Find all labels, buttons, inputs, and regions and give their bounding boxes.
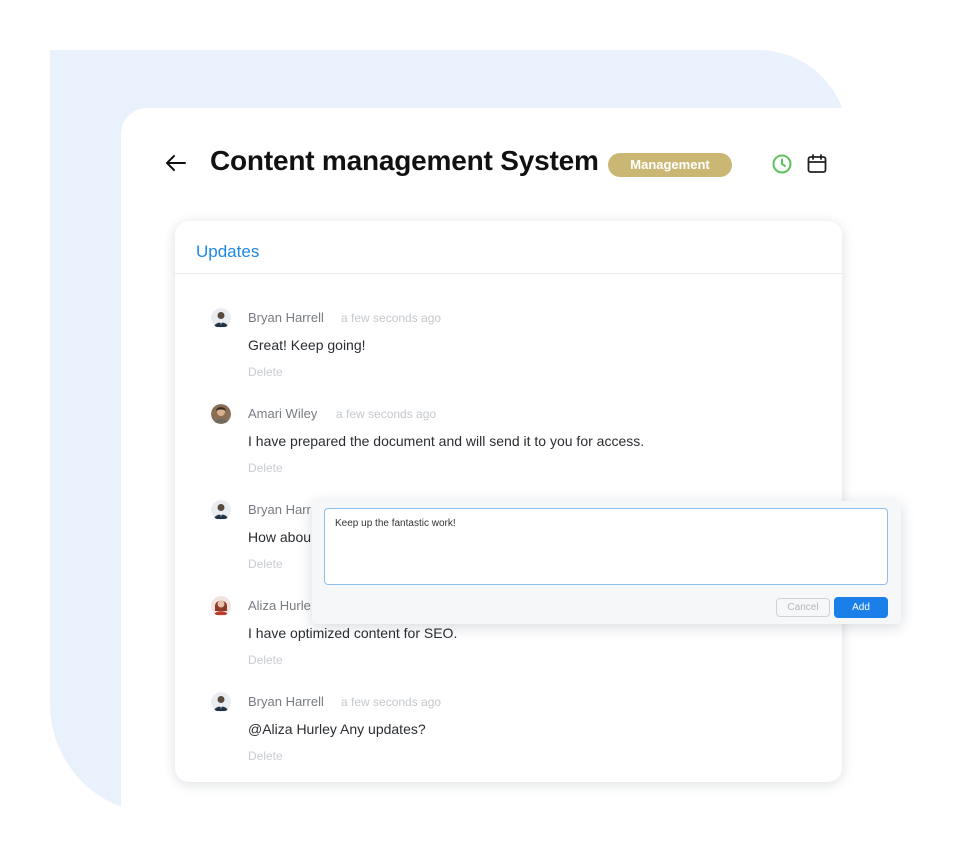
- delete-link[interactable]: Delete: [248, 557, 283, 571]
- arrow-left-icon[interactable]: [164, 151, 188, 175]
- reply-popup: Keep up the fantastic work! Cancel Add: [312, 501, 901, 624]
- reply-textarea[interactable]: Keep up the fantastic work!: [324, 508, 888, 585]
- comment-time: a few seconds ago: [341, 695, 442, 709]
- comment-author: Bryan Harrell: [248, 310, 324, 325]
- comment-text: Great! Keep going!: [248, 337, 366, 353]
- comment-author: Amari Wiley: [248, 406, 318, 421]
- comment-author: Bryan Harrell: [248, 694, 324, 709]
- add-button[interactable]: Add: [834, 597, 888, 618]
- avatar: [211, 596, 231, 616]
- delete-link[interactable]: Delete: [248, 749, 283, 763]
- avatar: [211, 692, 231, 712]
- delete-link[interactable]: Delete: [248, 653, 283, 667]
- comment-text: How abou: [248, 529, 312, 545]
- comment-text: @Aliza Hurley Any updates?: [248, 721, 426, 737]
- comment-author: Aliza Hurle: [248, 598, 311, 613]
- comment-text: I have optimized content for SEO.: [248, 625, 458, 641]
- clock-icon[interactable]: [770, 152, 794, 176]
- page-header: Content management System Management: [164, 140, 844, 190]
- page-title: Content management System: [210, 145, 599, 176]
- updates-header: Updates: [175, 221, 842, 274]
- calendar-icon[interactable]: [805, 152, 829, 176]
- delete-link[interactable]: Delete: [248, 461, 283, 475]
- updates-tab[interactable]: Updates: [196, 242, 259, 261]
- category-badge: Management: [608, 153, 732, 177]
- comment-author: Bryan Harr: [248, 502, 311, 517]
- comment-text: I have prepared the document and will se…: [248, 433, 645, 449]
- comment-time: a few seconds ago: [336, 407, 437, 421]
- avatar: [211, 500, 231, 520]
- avatar: [211, 404, 231, 424]
- avatar: [211, 308, 231, 328]
- cancel-button[interactable]: Cancel: [776, 598, 830, 617]
- delete-link[interactable]: Delete: [248, 365, 283, 379]
- comment-time: a few seconds ago: [341, 311, 442, 325]
